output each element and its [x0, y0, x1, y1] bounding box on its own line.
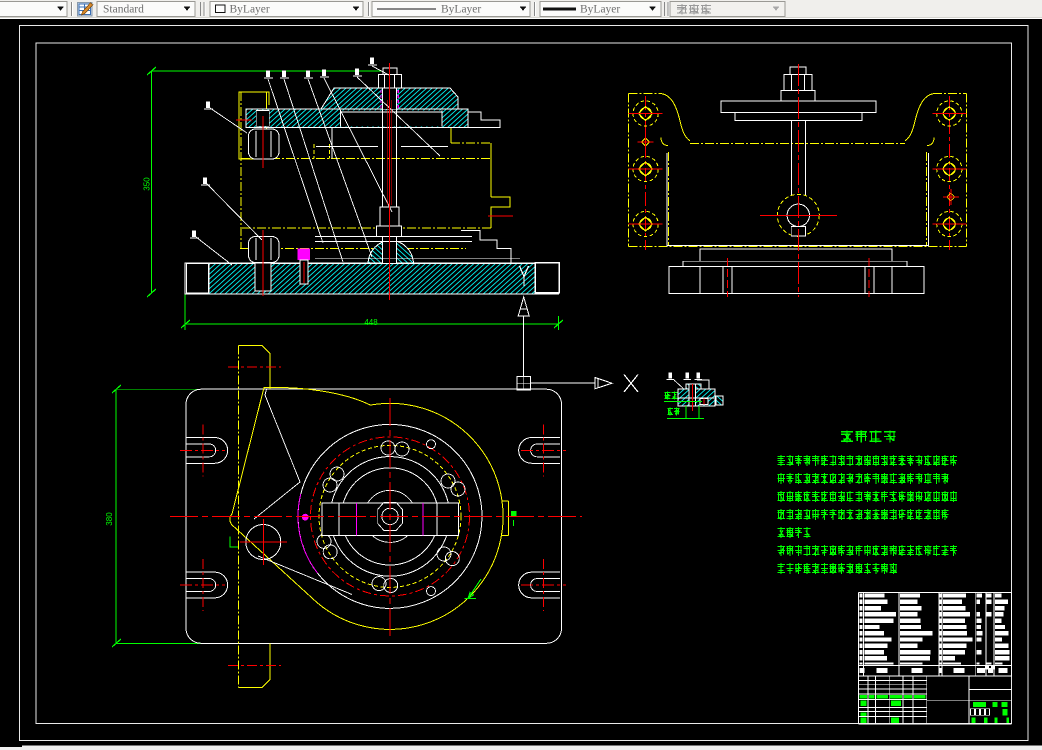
svg-text:Standard: Standard — [103, 4, 144, 16]
svg-text:ByLayer: ByLayer — [441, 4, 481, 16]
svg-text:ByLayer: ByLayer — [230, 4, 270, 16]
svg-text:ByLayer: ByLayer — [580, 4, 620, 16]
svg-text:380: 380 — [105, 512, 114, 526]
svg-text:350: 350 — [143, 177, 152, 191]
svg-text:448: 448 — [364, 318, 378, 327]
